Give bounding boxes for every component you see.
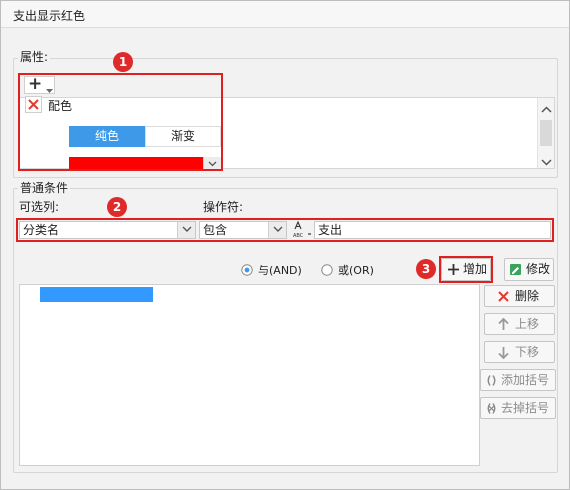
scroll-down-icon[interactable] (541, 155, 552, 169)
callout-badge-2: 2 (107, 197, 127, 217)
bracket-icon (487, 375, 496, 386)
move-down-button-label: 下移 (515, 345, 540, 359)
callout-box-1 (18, 73, 223, 171)
dialog-title: 支出显示红色 (13, 9, 86, 23)
condition-list[interactable]: 分类名 包含 '支出' (19, 284, 480, 466)
remove-bracket-button-label: 去掉括号 (501, 401, 550, 415)
edit-icon (510, 264, 521, 275)
remove-bracket-button[interactable]: 去掉括号 (480, 397, 556, 419)
delete-button-label: 删除 (515, 289, 540, 303)
callout-badge-1: 1 (113, 52, 133, 72)
and-radio-label: 与(AND) (258, 264, 302, 277)
dialog-titlebar: 支出显示红色 (1, 1, 569, 28)
callout-box-2 (16, 218, 554, 242)
remove-bracket-icon (487, 403, 496, 414)
modify-condition-label: 修改 (526, 262, 551, 276)
delete-button[interactable]: 删除 (484, 285, 555, 307)
arrow-up-icon (498, 318, 509, 330)
condition-group-label: 普通条件 (18, 179, 71, 196)
move-up-button-label: 上移 (515, 317, 540, 331)
radio-unselected-icon (321, 264, 333, 276)
operator-label: 操作符: (203, 200, 244, 214)
arrow-down-icon (498, 347, 509, 359)
move-down-button[interactable]: 下移 (484, 341, 555, 363)
add-bracket-button[interactable]: 添加括号 (480, 369, 556, 391)
list-item-text: 分类名 包含 '支出' (61, 303, 153, 316)
or-radio-label: 或(OR) (338, 264, 374, 277)
scroll-thumb[interactable] (540, 120, 552, 146)
close-icon (498, 291, 509, 302)
radio-selected-icon (241, 264, 253, 276)
list-item[interactable]: 分类名 包含 '支出' (40, 287, 154, 316)
conditional-formatting-dialog: 支出显示红色 属性: + 配色 纯色 渐变 1 普通条件 可选列: 操作符: 2… (0, 0, 570, 490)
callout-badge-3: 3 (416, 259, 436, 279)
column-label: 可选列: (19, 200, 60, 214)
add-bracket-button-label: 添加括号 (501, 373, 550, 387)
move-up-button[interactable]: 上移 (484, 313, 555, 335)
property-scrollbar[interactable] (537, 98, 554, 168)
scroll-up-icon[interactable] (541, 102, 552, 116)
modify-condition-button[interactable]: 修改 (504, 258, 554, 281)
callout-box-3 (439, 256, 493, 283)
properties-group-label: 属性: (18, 48, 51, 65)
